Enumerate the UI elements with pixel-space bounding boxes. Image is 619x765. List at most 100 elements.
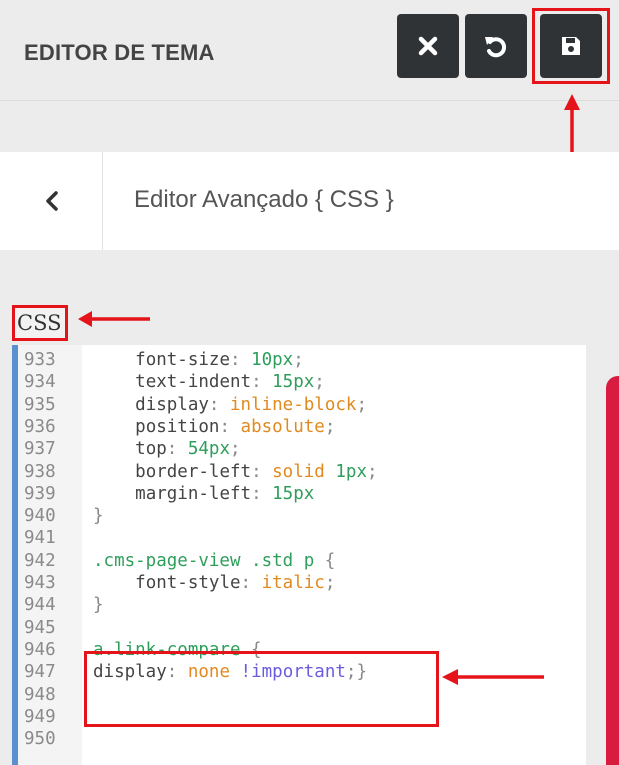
code-token: : [251,483,273,504]
code-text: border-left: solid 1px; [93,461,378,483]
line-number: 942 [24,550,56,571]
editor-header: EDITOR DE TEMA [0,0,619,101]
code-token: font-size [135,350,230,370]
line-number: 933 [24,350,56,370]
line-number: 949 [24,706,56,727]
undo-button[interactable] [465,14,527,78]
code-line[interactable]: 940} [12,505,586,527]
undo-icon [485,37,507,58]
code-token: : [166,439,188,460]
code-text: font-style: italic; [93,572,335,594]
line-number: 943 [24,573,56,593]
advanced-editor-bar: Editor Avançado { CSS } [0,152,619,250]
code-token: ; [366,461,378,482]
code-token: { [324,550,336,571]
code-line[interactable]: 941 [12,527,586,549]
code-token: absolute [240,416,325,437]
page-title: EDITOR DE TEMA [24,40,215,65]
code-token: .cms-page-view .std p [93,550,325,571]
code-text: .cms-page-view .std p { [93,550,335,572]
code-token: : [208,394,230,415]
line-number: 941 [24,528,56,549]
code-line[interactable]: 944} [12,594,586,616]
line-number: 945 [24,617,56,638]
code-token: : [219,416,241,437]
code-text: top: 54px; [93,438,241,460]
code-line[interactable]: 939 margin-left: 15px [12,483,586,505]
code-line[interactable]: 937 top: 54px; [12,438,586,460]
code-text: } [93,594,104,616]
code-line[interactable]: 942 .cms-page-view .std p { [12,550,586,572]
code-token: 15px [272,483,315,504]
code-line[interactable]: 936 position: absolute; [12,416,586,438]
code-line[interactable]: 950 [12,728,586,750]
code-text: } [93,505,104,527]
code-token: } [93,506,104,527]
code-token: ; [324,573,336,593]
chevron-left-icon [46,191,58,211]
code-text: position: absolute; [93,416,335,438]
code-line[interactable]: 943 font-style: italic; [12,572,586,594]
css-tab-label: CSS [12,305,68,341]
code-token: ; [314,372,325,393]
line-number: 948 [24,684,56,705]
line-number: 939 [24,483,56,504]
arrow-left-icon [78,311,150,327]
editor-subtitle: Editor Avançado { CSS } [134,186,394,213]
code-token: : [229,350,252,370]
code-line[interactable]: 933 font-size: 10px; [12,349,586,371]
code-token: ; [230,439,241,460]
close-icon [418,36,438,56]
code-text: display: inline-block; [93,394,367,416]
line-number: 944 [24,595,56,616]
line-number: 937 [24,439,56,460]
code-line[interactable]: 938 border-left: solid 1px; [12,461,586,483]
code-token: ; [293,350,304,370]
code-token: 54px [187,439,230,460]
close-button[interactable] [397,14,459,78]
back-button[interactable] [0,152,103,250]
css-label-text: CSS [17,311,62,335]
code-token: solid [272,461,325,482]
code-token: inline-block [230,394,357,415]
line-number: 936 [24,416,56,437]
line-number: 950 [24,729,56,750]
code-token: italic [261,573,325,593]
line-number: 938 [24,461,56,482]
code-token: margin-left [135,483,252,504]
code-token: top [135,439,167,460]
line-number: 934 [24,372,56,393]
side-accent-bar [606,376,619,765]
code-token: display [135,394,209,415]
line-number: 947 [24,662,56,683]
code-line[interactable]: 934 text-indent: 15px; [12,371,586,393]
code-token: 15px [272,372,315,393]
code-line[interactable]: 945 [12,617,586,639]
code-token: font-style [135,573,241,593]
arrow-up-icon [564,94,580,152]
code-token: } [93,595,104,616]
code-token: 10px [251,350,294,370]
code-token: 1px [335,461,367,482]
code-line[interactable]: 935 display: inline-block; [12,394,586,416]
code-token: text-indent [135,372,252,393]
line-number: 940 [24,506,56,527]
line-number: 946 [24,639,56,660]
code-token: ; [356,394,367,415]
code-token: border-left [135,461,252,482]
code-text: text-indent: 15px; [93,371,325,393]
line-number: 935 [24,394,56,415]
code-token: : [251,372,273,393]
code-text: font-size: 10px; [93,349,304,371]
save-highlight-box [532,8,610,84]
code-token: : [251,461,273,482]
